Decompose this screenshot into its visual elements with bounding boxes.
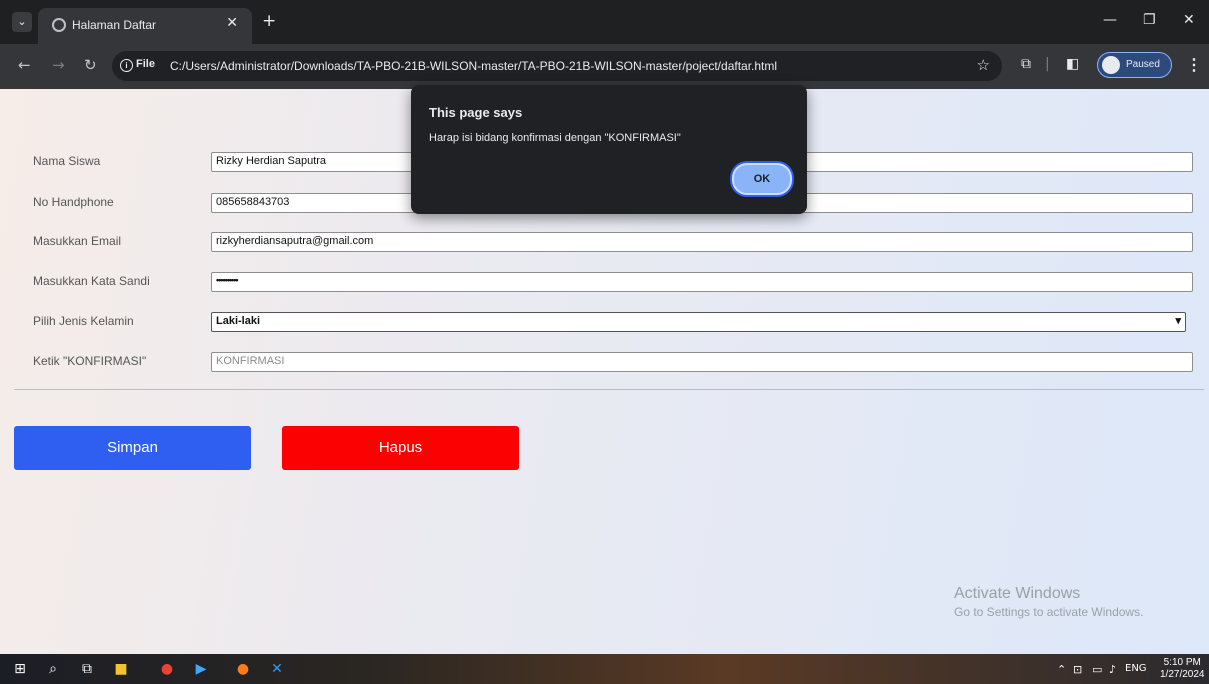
field-label: Masukkan Kata Sandi bbox=[33, 274, 150, 288]
ok-button[interactable]: OK bbox=[732, 163, 792, 195]
tray-chevron-icon[interactable]: ⌃ bbox=[1057, 663, 1066, 676]
tab-strip: ⌄ Halaman Daftar ✕ + — ❐ ✕ bbox=[0, 0, 1209, 44]
dialog-title: This page says bbox=[429, 105, 523, 120]
konfirmasi-input[interactable]: KONFIRMASI bbox=[211, 352, 1193, 372]
battery-icon[interactable]: ▭ bbox=[1092, 663, 1102, 676]
divider bbox=[14, 389, 1204, 390]
clock-time: 5:10 PM bbox=[1163, 657, 1201, 668]
vscode-icon[interactable]: ✕ bbox=[268, 660, 286, 678]
field-label: Pilih Jenis Kelamin bbox=[33, 314, 134, 328]
watermark-title: Activate Windows bbox=[954, 585, 1081, 602]
task-view-icon[interactable]: ⧉ bbox=[78, 660, 96, 678]
dialog-message: Harap isi bidang konfirmasi dengan "KONF… bbox=[429, 132, 681, 144]
form-row-gender: Pilih Jenis Kelamin Laki-laki ▾ bbox=[0, 312, 1209, 334]
hapus-button[interactable]: Hapus bbox=[282, 426, 519, 470]
restore-icon[interactable]: ❐ bbox=[1143, 12, 1156, 28]
new-tab-icon[interactable]: + bbox=[262, 11, 276, 31]
volume-icon[interactable]: ♪ bbox=[1109, 663, 1116, 676]
field-label: Nama Siswa bbox=[33, 154, 101, 168]
password-input[interactable]: •••••••••• bbox=[211, 272, 1193, 292]
clock[interactable]: 5:10 PM 1/27/2024 bbox=[1160, 657, 1205, 681]
field-label: Masukkan Email bbox=[33, 234, 122, 248]
form-row-email: Masukkan Email rizkyherdiansaputra@gmail… bbox=[0, 232, 1209, 254]
clock-date: 1/27/2024 bbox=[1160, 669, 1205, 680]
search-icon[interactable]: ⌕ bbox=[44, 660, 62, 678]
extensions-icon[interactable]: ⧉ bbox=[1021, 56, 1031, 72]
site-info-chip[interactable]: i File bbox=[120, 58, 155, 72]
field-label: Ketik "KONFIRMASI" bbox=[33, 354, 147, 368]
selected-option: Laki-laki bbox=[216, 315, 261, 327]
form-row-password: Masukkan Kata Sandi •••••••••• bbox=[0, 272, 1209, 294]
globe-icon bbox=[52, 18, 66, 32]
jenis-kelamin-select[interactable]: Laki-laki ▾ bbox=[211, 312, 1186, 332]
tab-search-icon[interactable]: ⌄ bbox=[12, 12, 32, 32]
simpan-button[interactable]: Simpan bbox=[14, 426, 251, 470]
alert-dialog: This page says Harap isi bidang konfirma… bbox=[411, 85, 807, 214]
minimize-icon[interactable]: — bbox=[1103, 12, 1117, 28]
browser-tab[interactable]: Halaman Daftar ✕ bbox=[38, 8, 252, 44]
watermark-subtitle: Go to Settings to activate Windows. bbox=[954, 605, 1144, 619]
tab-title: Halaman Daftar bbox=[72, 18, 157, 32]
reload-icon[interactable]: ↻ bbox=[84, 56, 97, 74]
forward-icon[interactable]: → bbox=[52, 56, 65, 74]
language-indicator[interactable]: ENG bbox=[1125, 663, 1147, 674]
avatar bbox=[1102, 56, 1120, 74]
field-label: No Handphone bbox=[33, 195, 114, 209]
toolbar-divider: | bbox=[1045, 56, 1050, 72]
info-icon: i bbox=[120, 59, 133, 72]
media-player-icon[interactable]: ▶ bbox=[192, 660, 210, 678]
form-row-confirm: Ketik "KONFIRMASI" KONFIRMASI bbox=[0, 352, 1209, 374]
profile-status: Paused bbox=[1126, 59, 1160, 70]
back-icon[interactable]: ← bbox=[18, 56, 31, 74]
activate-windows-watermark: Activate Windows Go to Settings to activ… bbox=[954, 585, 1143, 619]
email-input[interactable]: rizkyherdiansaputra@gmail.com bbox=[211, 232, 1193, 252]
close-window-icon[interactable]: ✕ bbox=[1183, 12, 1195, 28]
chevron-down-icon: ▾ bbox=[1175, 315, 1181, 327]
bookmark-star-icon[interactable]: ☆ bbox=[977, 56, 990, 74]
more-menu-icon[interactable]: ⋮ bbox=[1186, 55, 1202, 75]
url-text: C:/Users/Administrator/Downloads/TA-PBO-… bbox=[170, 59, 778, 73]
network-icon[interactable]: ⊡ bbox=[1073, 663, 1082, 676]
close-tab-icon[interactable]: ✕ bbox=[226, 15, 238, 31]
profile-button[interactable]: Paused bbox=[1097, 52, 1172, 78]
windows-start-icon[interactable]: ⊞ bbox=[11, 660, 29, 678]
chrome-icon[interactable]: ● bbox=[158, 660, 176, 678]
address-bar[interactable]: i File C:/Users/Administrator/Downloads/T… bbox=[112, 51, 1002, 81]
side-panel-icon[interactable]: ◧ bbox=[1066, 56, 1079, 72]
firefox-icon[interactable]: ● bbox=[234, 660, 252, 678]
taskbar: ⊞ ⌕ ⧉ ■ ● ▶ ● ✕ ⌃ ⊡ ▭ ♪ ENG 5:10 PM 1/27… bbox=[0, 654, 1209, 684]
file-explorer-icon[interactable]: ■ bbox=[112, 660, 130, 678]
